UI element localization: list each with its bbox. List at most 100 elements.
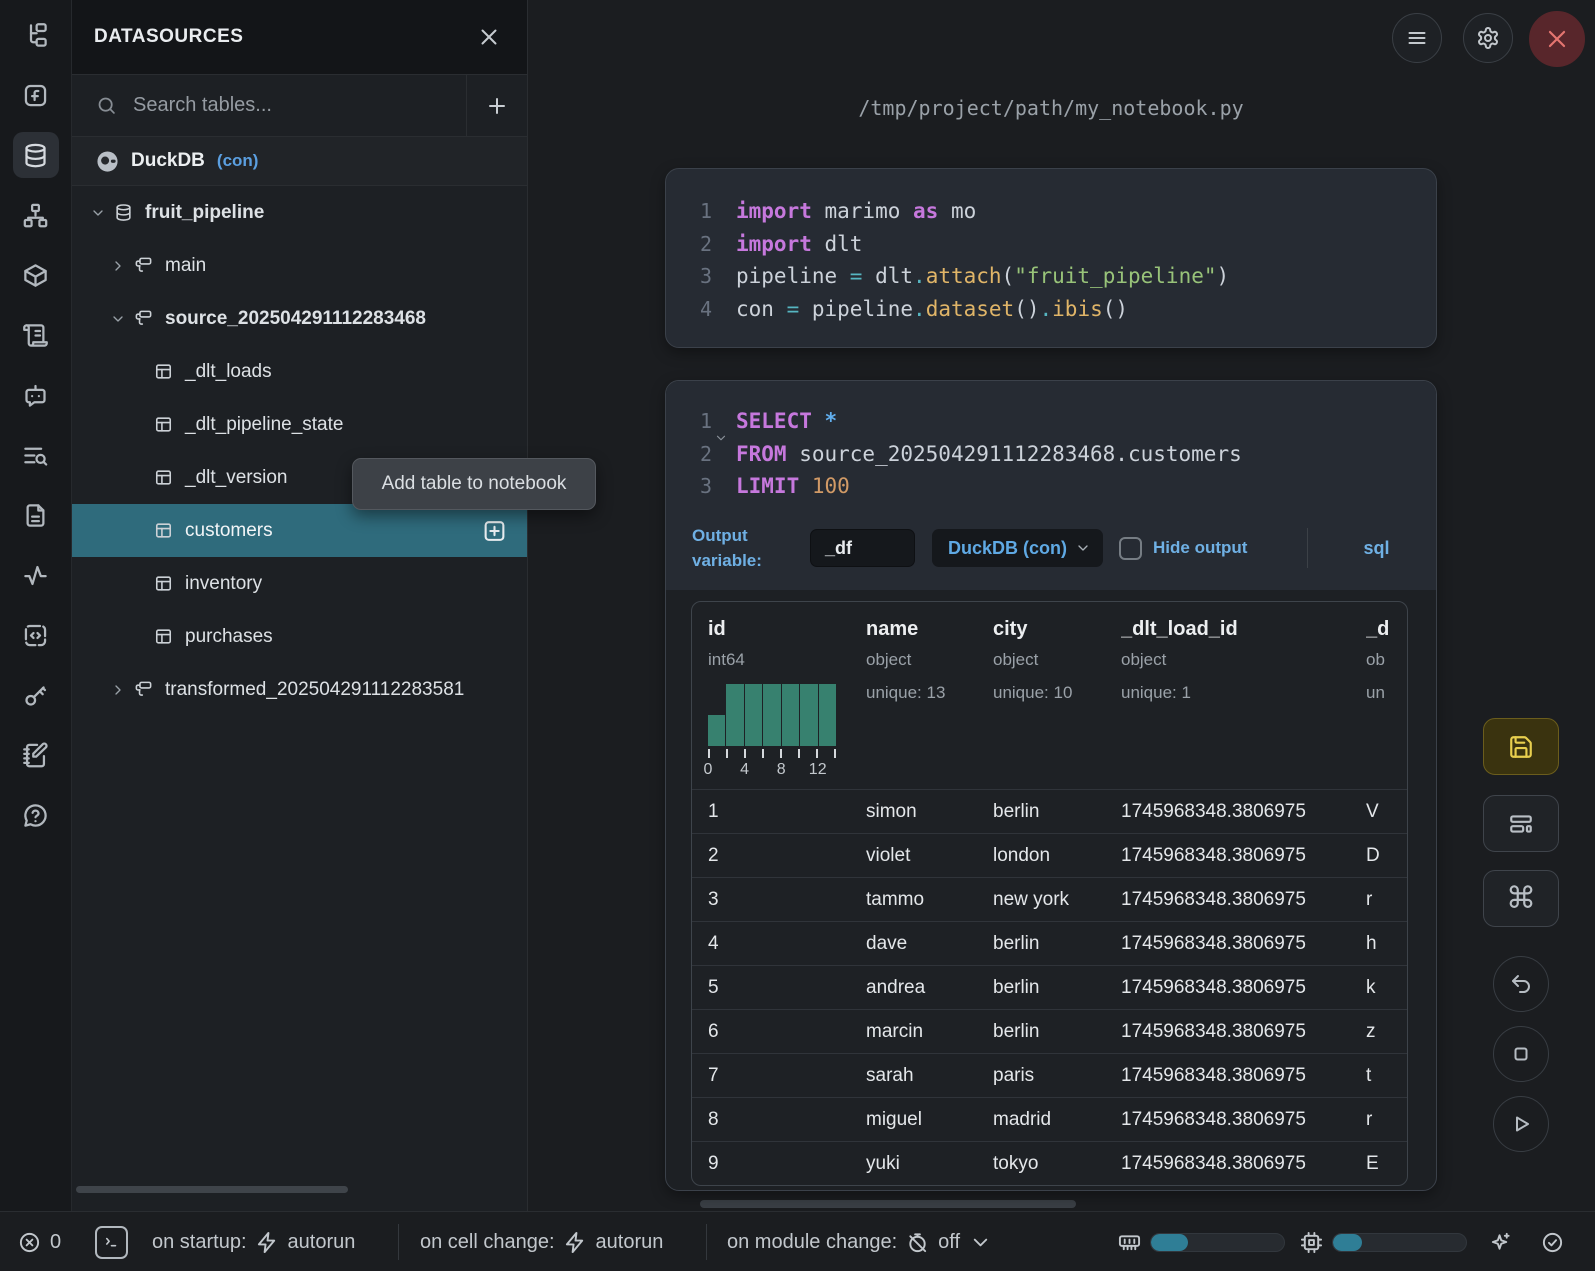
- code-cell-sql[interactable]: 1SELECT *2FROM source_202504291112283468…: [665, 380, 1437, 1191]
- line-number: 1: [666, 409, 712, 433]
- rail-file-text-button[interactable]: [13, 492, 59, 538]
- code-line[interactable]: 3pipeline = dlt.attach("fruit_pipeline"): [666, 264, 1436, 297]
- engine-row[interactable]: DuckDB (con): [72, 137, 527, 186]
- add-table-to-notebook-button[interactable]: [482, 518, 507, 543]
- column-header-city[interactable]: cityobjectunique: 10: [993, 618, 1121, 779]
- rail-scroll-button[interactable]: [13, 312, 59, 358]
- code-line[interactable]: 2import dlt: [666, 232, 1436, 265]
- table-row[interactable]: 4daveberlin1745968348.3806975h: [692, 921, 1407, 965]
- table-cell: tokyo: [993, 1153, 1121, 1175]
- code-line[interactable]: 3LIMIT 100: [666, 474, 1436, 507]
- rail-database-button[interactable]: [13, 132, 59, 178]
- hide-output-checkbox[interactable]: [1119, 537, 1142, 560]
- rail-key-button[interactable]: [13, 672, 59, 718]
- code-line[interactable]: 1import marimo as mo: [666, 199, 1436, 232]
- main-horizontal-scrollbar[interactable]: [700, 1200, 1076, 1208]
- table-row[interactable]: 2violetlondon1745968348.3806975D: [692, 833, 1407, 877]
- table-row[interactable]: 5andreaberlin1745968348.3806975k: [692, 965, 1407, 1009]
- line-number: 3: [666, 474, 712, 498]
- table-row[interactable]: 3tammonew york1745968348.3806975r: [692, 877, 1407, 921]
- layout-panel-icon: [1508, 811, 1534, 837]
- sql-editor[interactable]: 1SELECT *2FROM source_202504291112283468…: [666, 381, 1436, 513]
- search-input[interactable]: Search tables...: [72, 75, 467, 136]
- rail-function-square-button[interactable]: [13, 72, 59, 118]
- table-cell: 1745968348.3806975: [1121, 977, 1366, 999]
- ai-assistant-button[interactable]: [1489, 1212, 1512, 1271]
- rail-box-button[interactable]: [13, 252, 59, 298]
- setting-value: autorun: [596, 1231, 664, 1254]
- code-line[interactable]: 2FROM source_202504291112283468.customer…: [666, 442, 1436, 475]
- table-header: idint64 04812 nameobjectunique: 13cityob…: [692, 602, 1407, 789]
- rail-code-square-button[interactable]: [13, 612, 59, 658]
- rail-network-button[interactable]: [13, 192, 59, 238]
- save-button[interactable]: [1483, 718, 1559, 775]
- on-startup-setting[interactable]: on startup:autorun: [152, 1212, 355, 1271]
- tree-item-source_202504291112283468[interactable]: source_202504291112283468: [72, 292, 527, 345]
- table-row[interactable]: 7sarahparis1745968348.3806975t: [692, 1053, 1407, 1097]
- sidebar-horizontal-scrollbar[interactable]: [76, 1186, 348, 1193]
- chevron-right-icon[interactable]: [110, 258, 126, 274]
- run-button[interactable]: [1493, 1096, 1549, 1152]
- close-panel-icon[interactable]: [477, 25, 501, 49]
- table-icon: [154, 415, 173, 434]
- status-divider: [706, 1224, 707, 1260]
- column-header-name[interactable]: nameobjectunique: 13: [866, 618, 993, 779]
- column-header-id[interactable]: idint64 04812: [692, 618, 866, 779]
- tree-item-_dlt_loads[interactable]: _dlt_loads: [72, 345, 527, 398]
- chevron-right-icon[interactable]: [110, 682, 126, 698]
- activity-rail: [0, 0, 72, 1211]
- rail-notebook-pen-button[interactable]: [13, 732, 59, 778]
- tree-item-main[interactable]: main: [72, 239, 527, 292]
- code-line[interactable]: 4con = pipeline.dataset().ibis(): [666, 297, 1436, 330]
- table-cell: 7: [692, 1065, 866, 1087]
- chevron-down-icon[interactable]: [110, 311, 126, 327]
- on-cell-change-setting[interactable]: on cell change:autorun: [420, 1212, 663, 1271]
- code-line[interactable]: 1SELECT *: [666, 409, 1436, 442]
- tree-item-transformed_202504291112283581[interactable]: transformed_202504291112283581: [72, 663, 527, 716]
- engine-select[interactable]: DuckDB (con): [932, 529, 1103, 567]
- table-cell: t: [1366, 1065, 1408, 1087]
- table-row[interactable]: 9yukitokyo1745968348.3806975E: [692, 1141, 1407, 1185]
- on-module-change-setting[interactable]: on module change:off: [727, 1212, 987, 1271]
- circle-x-icon: [18, 1231, 41, 1254]
- layout-button[interactable]: [1483, 795, 1559, 852]
- table-cell: 4: [692, 933, 866, 955]
- timer-off-icon: [906, 1231, 929, 1254]
- error-indicator[interactable]: 0: [18, 1212, 61, 1271]
- table-row[interactable]: 8miguelmadrid1745968348.3806975r: [692, 1097, 1407, 1141]
- table-cell: 1745968348.3806975: [1121, 801, 1366, 823]
- tree-item-purchases[interactable]: purchases: [72, 610, 527, 663]
- terminal-button[interactable]: [95, 1212, 128, 1271]
- rail-file-tree-button[interactable]: [13, 12, 59, 58]
- shutdown-button[interactable]: [1529, 11, 1585, 67]
- settings-button[interactable]: [1463, 13, 1513, 63]
- connection-status[interactable]: [1541, 1212, 1564, 1271]
- menu-button[interactable]: [1392, 13, 1442, 63]
- table-row[interactable]: 6marcinberlin1745968348.3806975z: [692, 1009, 1407, 1053]
- tree-item-_dlt_pipeline_state[interactable]: _dlt_pipeline_state: [72, 398, 527, 451]
- tree-item-customers[interactable]: customers: [72, 504, 527, 557]
- rail-help-chat-button[interactable]: [13, 792, 59, 838]
- fold-chevron-icon[interactable]: [714, 431, 728, 445]
- undo-button[interactable]: [1493, 956, 1549, 1012]
- tree-item-inventory[interactable]: inventory: [72, 557, 527, 610]
- dataframe-preview-table[interactable]: idint64 04812 nameobjectunique: 13cityob…: [691, 601, 1408, 1186]
- table-cell: 8: [692, 1109, 866, 1131]
- table-icon: [154, 574, 173, 593]
- output-variable-input[interactable]: _df: [810, 529, 915, 567]
- table-icon: [154, 627, 173, 646]
- chevron-down-icon[interactable]: [90, 205, 106, 221]
- rail-activity-button[interactable]: [13, 552, 59, 598]
- rail-bot-chat-button[interactable]: [13, 372, 59, 418]
- command-palette-button[interactable]: ⌘: [1483, 870, 1559, 927]
- column-header-_d[interactable]: _dobun: [1366, 618, 1408, 779]
- rail-list-search-button[interactable]: [13, 432, 59, 478]
- table-row[interactable]: 1simonberlin1745968348.3806975V: [692, 789, 1407, 833]
- sparkles-icon: [1489, 1231, 1512, 1254]
- stop-button[interactable]: [1493, 1026, 1549, 1082]
- save-icon: [1508, 734, 1534, 760]
- code-cell-python[interactable]: 1import marimo as mo2import dlt3pipeline…: [665, 168, 1437, 348]
- add-datasource-button[interactable]: [467, 75, 527, 136]
- column-header-_dlt_load_id[interactable]: _dlt_load_idobjectunique: 1: [1121, 618, 1366, 779]
- tree-item-fruit_pipeline[interactable]: fruit_pipeline: [72, 186, 527, 239]
